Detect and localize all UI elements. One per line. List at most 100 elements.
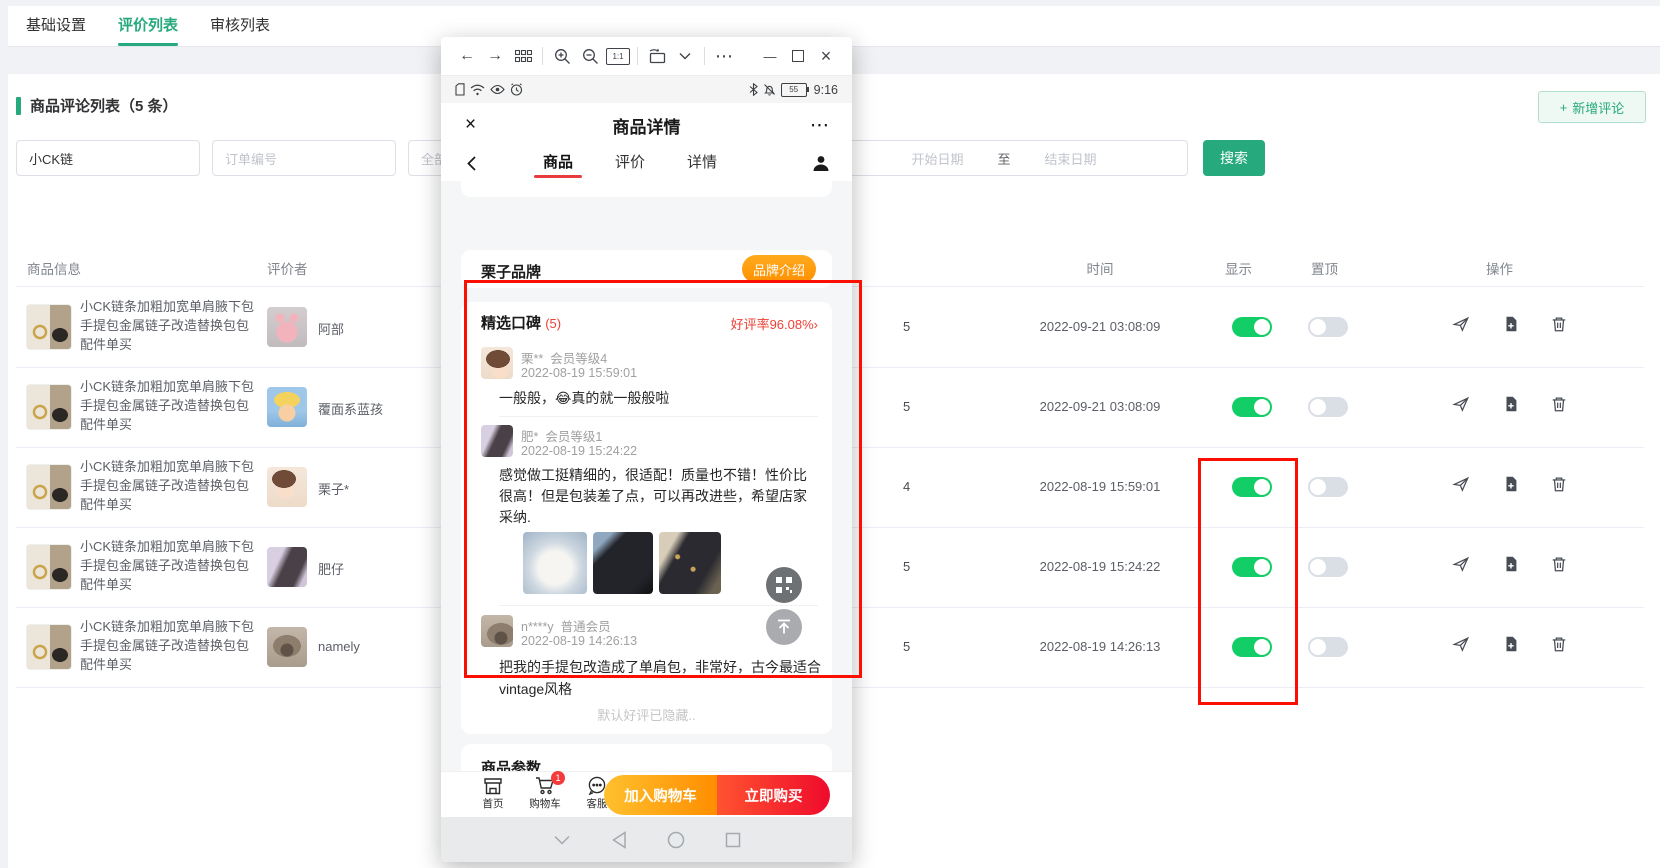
show-toggle[interactable] [1232, 317, 1272, 337]
reviews-footer-note: 默认好评已隐藏.. [461, 705, 832, 724]
product-image [26, 304, 72, 350]
add-comment-button[interactable]: + 新增评论 [1538, 91, 1646, 123]
page-title: 商品评论列表（5 条） [30, 95, 178, 116]
android-home-icon[interactable] [667, 831, 685, 849]
order-number-input[interactable]: 订单编号 [212, 140, 396, 176]
review-avatar [481, 425, 513, 457]
search-button[interactable]: 搜索 [1203, 140, 1265, 176]
phone-tab-bar: 商品 评价 详情 [441, 147, 852, 182]
tab-review-list[interactable]: 评价列表 [118, 6, 178, 46]
alarm-icon [510, 83, 523, 96]
eye-icon [490, 84, 505, 95]
reviewer-avatar [267, 627, 307, 667]
reviewer-avatar [267, 467, 307, 507]
pin-toggle[interactable] [1308, 397, 1348, 417]
product-image [26, 464, 72, 510]
zoom-in-icon[interactable] [548, 44, 576, 68]
phone-page-title: 商品详情 [441, 113, 852, 138]
chevron-down-icon[interactable] [671, 44, 699, 68]
send-icon[interactable] [1452, 315, 1470, 333]
home-tab[interactable]: 首页 [471, 776, 515, 811]
show-toggle[interactable] [1232, 397, 1272, 417]
send-icon[interactable] [1452, 635, 1470, 653]
back-icon[interactable]: ← [453, 44, 481, 68]
trash-icon[interactable] [1550, 395, 1568, 413]
review-photo[interactable] [593, 532, 653, 594]
buy-now-button[interactable]: 立即购买 [717, 775, 830, 815]
android-recents-icon[interactable] [725, 832, 741, 848]
pin-toggle[interactable] [1308, 317, 1348, 337]
phone-close-icon[interactable]: × [465, 114, 476, 136]
phone-emulator-window: ← → 1:1 ⋯ — × 55 9:16 商品详情 × ⋯ 商品 [441, 37, 852, 862]
cart-tab[interactable]: 购物车 1 [523, 776, 567, 811]
col-time: 时间 [1020, 258, 1180, 278]
phone-tab-detail[interactable]: 详情 [687, 151, 717, 172]
buy-actions: 加入购物车 立即购买 [604, 775, 830, 815]
phone-tab-review[interactable]: 评价 [615, 151, 645, 172]
send-icon[interactable] [1452, 555, 1470, 573]
plus-icon: + [1560, 100, 1568, 115]
review-photo[interactable] [659, 532, 721, 594]
time-value: 2022-09-21 03:08:09 [1020, 319, 1180, 334]
review-date: 2022-08-19 15:59:01 [521, 366, 637, 380]
emulator-toolbar: ← → 1:1 ⋯ — × [441, 37, 852, 76]
send-icon[interactable] [1452, 395, 1470, 413]
file-plus-icon[interactable] [1502, 635, 1520, 653]
hide-keyboard-icon[interactable] [553, 835, 571, 845]
maximize-window-icon[interactable] [784, 44, 812, 68]
product-image [26, 384, 72, 430]
tab-basic-settings[interactable]: 基础设置 [26, 6, 86, 46]
minimize-window-icon[interactable]: — [756, 44, 784, 68]
product-name: 小CK链条加粗加宽单肩腋下包手提包金属链子改造替换包包配件单买 [80, 297, 258, 354]
product-name: 小CK链条加粗加宽单肩腋下包手提包金属链子改造替换包包配件单买 [80, 617, 258, 674]
show-toggle[interactable] [1232, 477, 1272, 497]
rotate-device-icon[interactable] [643, 44, 671, 68]
pin-toggle[interactable] [1308, 477, 1348, 497]
zoom-out-icon[interactable] [576, 44, 604, 68]
date-range-input[interactable]: 开始日期 至 结束日期 [820, 140, 1188, 176]
cart-badge: 1 [551, 771, 565, 785]
send-icon[interactable] [1452, 475, 1470, 493]
status-time: 9:16 [814, 83, 838, 97]
reviewer-name: 阿部 [318, 319, 344, 338]
good-rate-link[interactable]: 好评率96.08%› [731, 314, 818, 333]
keyword-input[interactable]: 小CK链 [16, 140, 200, 176]
show-toggle[interactable] [1232, 637, 1272, 657]
product-image [26, 544, 72, 590]
order-number-placeholder: 订单编号 [225, 149, 277, 168]
product-name: 小CK链条加粗加宽单肩腋下包手提包金属链子改造替换包包配件单买 [80, 537, 258, 594]
more-options-icon[interactable]: ⋯ [710, 44, 738, 68]
phone-tab-product[interactable]: 商品 [543, 151, 573, 172]
sim-card-icon [455, 83, 465, 96]
close-window-icon[interactable]: × [812, 44, 840, 68]
add-comment-label: 新增评论 [1572, 98, 1624, 117]
add-to-cart-button[interactable]: 加入购物车 [604, 775, 717, 815]
actual-size-icon[interactable]: 1:1 [604, 44, 632, 68]
android-back-icon[interactable] [611, 831, 627, 849]
qr-code-button[interactable] [766, 567, 802, 603]
forward-icon[interactable]: → [481, 44, 509, 68]
phone-back-chevron-icon[interactable] [467, 156, 476, 171]
phone-content[interactable]: 栗子品牌 品牌介绍 精选口碑 (5) 好评率96.08%› 栗** 会员等级4 … [441, 181, 852, 772]
trash-icon[interactable] [1550, 635, 1568, 653]
trash-icon[interactable] [1550, 315, 1568, 333]
file-plus-icon[interactable] [1502, 475, 1520, 493]
apps-grid-icon[interactable] [509, 44, 537, 68]
pin-toggle[interactable] [1308, 557, 1348, 577]
file-plus-icon[interactable] [1502, 395, 1520, 413]
trash-icon[interactable] [1550, 475, 1568, 493]
back-to-top-button[interactable] [766, 609, 802, 645]
brand-intro-button[interactable]: 品牌介绍 [742, 255, 816, 283]
file-plus-icon[interactable] [1502, 315, 1520, 333]
brand-name: 栗子品牌 [481, 261, 541, 282]
review-photo[interactable] [523, 532, 587, 594]
reviewer-name: namely [318, 639, 360, 654]
file-plus-icon[interactable] [1502, 555, 1520, 573]
review-avatar [481, 347, 513, 379]
tab-audit-list[interactable]: 审核列表 [210, 6, 270, 46]
user-icon[interactable] [812, 154, 830, 172]
phone-more-icon[interactable]: ⋯ [810, 114, 830, 137]
trash-icon[interactable] [1550, 555, 1568, 573]
pin-toggle[interactable] [1308, 637, 1348, 657]
show-toggle[interactable] [1232, 557, 1272, 577]
